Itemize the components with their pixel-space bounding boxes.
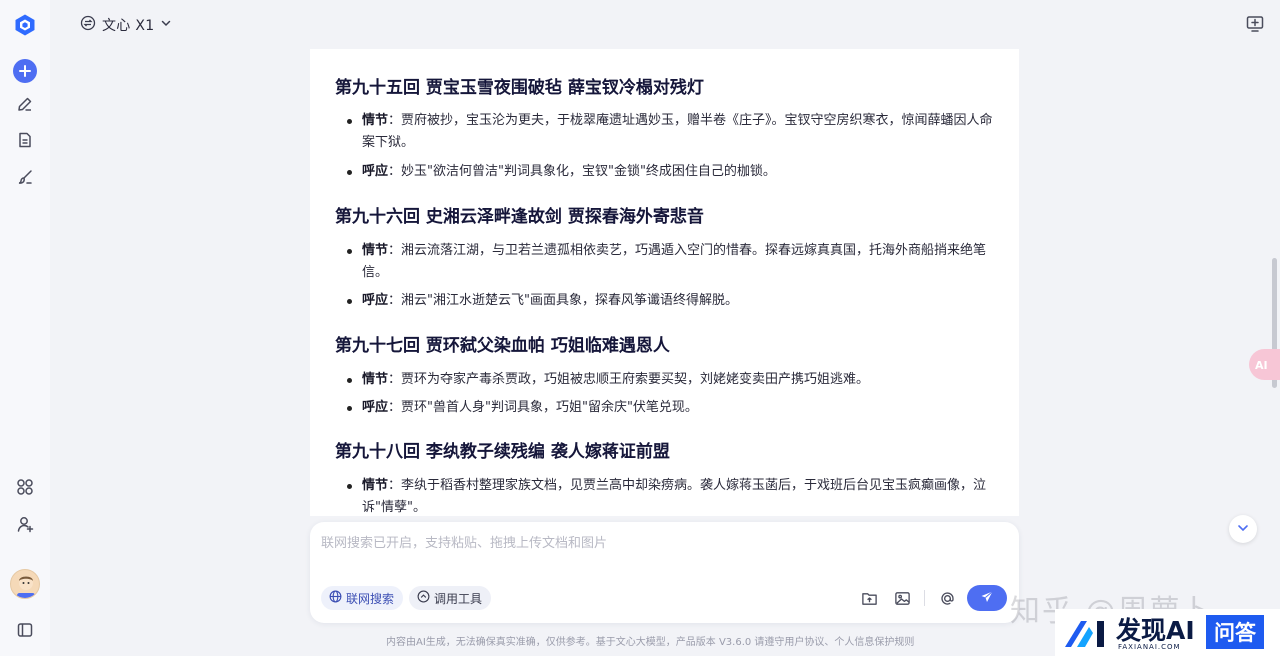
list-item: 情节：湘云流落江湖，与卫若兰遗孤相依卖艺，巧遇遁入空门的惜春。探春远嫁真真国，托…: [347, 240, 996, 284]
send-icon: [980, 589, 994, 608]
list-item: 呼应：贾环"兽首人身"判词具象，巧姐"留余庆"伏笔兑现。: [347, 397, 996, 419]
footer-disclaimer: 内容由AI生成，无法确保真实准确，仅供参考。基于文心大模型，产品版本 V3.6.…: [386, 637, 915, 648]
chat-composer[interactable]: 联网搜索已开启，支持粘贴、拖拽上传文档和图片 联网搜索 调用工具: [310, 522, 1019, 623]
item-text: ：李纨于稻香村整理家族文档，见贾兰高中却染痨病。袭人嫁蒋玉菡后，于戏班后台见宝玉…: [362, 478, 987, 515]
at-mention-icon[interactable]: [938, 589, 956, 607]
new-chat-icon[interactable]: [13, 59, 37, 83]
svg-text:AI: AI: [1255, 359, 1268, 372]
item-text: ：贾府被抄，宝玉沦为更夫，于栊翠庵遗址遇妙玉，赠半卷《庄子》。宝钗守空房织寒衣，…: [362, 113, 993, 150]
tools-icon: [417, 590, 430, 606]
add-user-icon[interactable]: [13, 512, 37, 536]
item-label: 呼应: [362, 164, 389, 179]
wenxin-logo-icon[interactable]: [13, 13, 37, 37]
left-sidebar: [0, 0, 50, 656]
image-upload-icon[interactable]: [893, 589, 911, 607]
tools-button[interactable]: 调用工具: [409, 586, 492, 610]
chapter-title: 第九十五回 贾宝玉雪夜围破毡 薛宝钗冷榻对残灯: [335, 78, 704, 98]
apps-grid-icon[interactable]: [13, 475, 37, 499]
tools-label: 调用工具: [434, 591, 483, 606]
list-item: 呼应：妙玉"欲洁何曾洁"判词具象化，宝钗"金锁"终成困住自己的枷锁。: [347, 161, 996, 183]
screen-share-icon[interactable]: [1245, 14, 1265, 34]
web-search-label: 联网搜索: [346, 591, 395, 606]
model-switch-icon: [80, 15, 96, 35]
globe-icon: [329, 590, 342, 606]
item-label: 呼应: [362, 400, 389, 415]
faxianai-brand: 发现AI: [1116, 616, 1195, 645]
item-text: ：湘云"湘江水逝楚云飞"画面具象，探春风筝谶语终得解脱。: [388, 293, 738, 308]
faxianai-domain: FAXIANAI.COM: [1118, 643, 1181, 651]
model-name: 文心 X1: [102, 18, 155, 34]
scroll-to-bottom-button[interactable]: [1229, 515, 1257, 543]
faxianai-logo-icon: [1063, 617, 1111, 653]
item-label: 呼应: [362, 293, 389, 308]
pen-icon[interactable]: [13, 92, 37, 116]
model-switcher[interactable]: 文心 X1: [80, 13, 172, 37]
item-text: ：贾环为夺家产毒杀贾政，巧姐被忠顺王府索要买契，刘姥姥变卖田产携巧姐逃难。: [388, 372, 870, 387]
item-label: 情节: [362, 243, 389, 258]
list-item: 情节：贾府被抄，宝玉沦为更夫，于栊翠庵遗址遇妙玉，赠半卷《庄子》。宝钗守空房织寒…: [347, 110, 996, 154]
faxianai-qa-badge: 问答: [1206, 615, 1264, 649]
list-item: 呼应：湘云"湘江水逝楚云飞"画面具象，探春风筝谶语终得解脱。: [347, 290, 996, 312]
item-label: 情节: [362, 372, 389, 387]
upload-folder-icon[interactable]: [860, 589, 878, 607]
item-text: ：湘云流落江湖，与卫若兰遗孤相依卖艺，巧遇遁入空门的惜春。探春远嫁真真国，托海外…: [362, 243, 987, 280]
chat-input[interactable]: 联网搜索已开启，支持粘贴、拖拽上传文档和图片: [321, 532, 607, 551]
item-text: ：妙玉"欲洁何曾洁"判词具象化，宝钗"金锁"终成困住自己的枷锁。: [388, 164, 776, 179]
chevron-down-icon: [1236, 520, 1250, 539]
sidebar-toggle-icon[interactable]: [13, 618, 37, 642]
list-item: 情节：贾环为夺家产毒杀贾政，巧姐被忠顺王府索要买契，刘姥姥变卖田产携巧姐逃难。: [347, 369, 996, 391]
document-icon[interactable]: [13, 128, 37, 152]
brush-icon[interactable]: [13, 165, 37, 189]
answer-content: 第九十五回 贾宝玉雪夜围破毡 薛宝钗冷榻对残灯 情节：贾府被抄，宝玉沦为更夫，于…: [310, 49, 1019, 516]
chapter-title: 第九十七回 贾环弑父染血帕 巧姐临难遇恩人: [335, 336, 670, 356]
item-label: 情节: [362, 113, 389, 128]
send-button[interactable]: [967, 585, 1007, 611]
item-text: ：贾环"兽首人身"判词具象，巧姐"留余庆"伏笔兑现。: [388, 400, 698, 415]
web-search-toggle[interactable]: 联网搜索: [321, 586, 404, 610]
faxianai-watermark: 发现AI FAXIANAI.COM 问答: [1055, 609, 1280, 656]
chapter-title: 第九十六回 史湘云泽畔逢故剑 贾探春海外寄悲音: [335, 207, 704, 227]
chapter-title: 第九十八回 李纨教子续残编 袭人嫁蒋证前盟: [335, 442, 670, 462]
floating-assistant-icon[interactable]: AI: [1249, 349, 1280, 380]
list-item: 情节：李纨于稻香村整理家族文档，见贾兰高中却染痨病。袭人嫁蒋玉菡后，于戏班后台见…: [347, 475, 996, 516]
item-label: 情节: [362, 478, 389, 493]
toolbar-divider: [924, 590, 925, 606]
user-avatar[interactable]: [10, 569, 40, 599]
chevron-down-icon: [160, 17, 172, 33]
